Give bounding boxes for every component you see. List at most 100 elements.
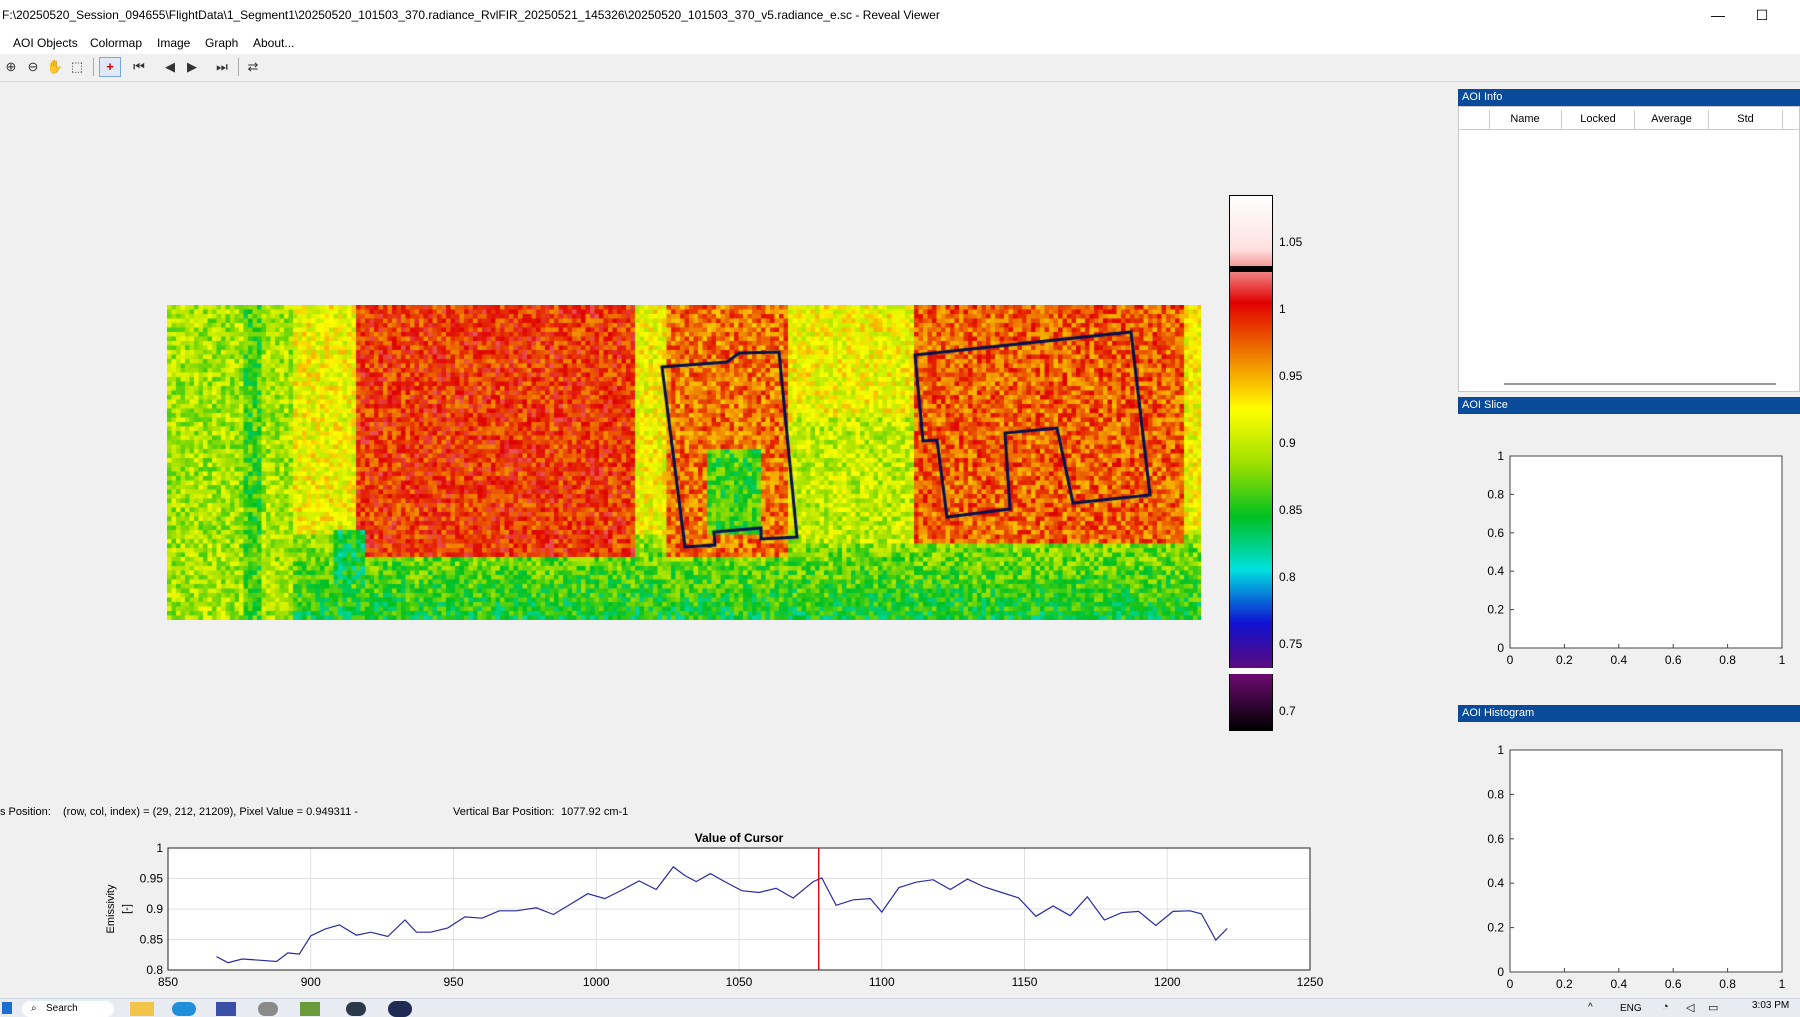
notepad-icon[interactable]	[300, 1002, 320, 1016]
y-tick-label: 0.8	[1487, 787, 1504, 801]
aoi-slice-chart[interactable]: 0 0.2 0.4 0.6 0.8 1 0 0.2 0.4 0.6 0.8 1	[1458, 414, 1800, 694]
minimize-button[interactable]: —	[1707, 4, 1729, 26]
pan-hand-icon[interactable]: ✋	[45, 57, 65, 77]
y-tick-label: 0.4	[1487, 564, 1504, 578]
y-tick-label: 0.8	[1487, 487, 1504, 501]
app-icon[interactable]	[346, 1002, 366, 1016]
aoi-col-locked[interactable]: Locked	[1562, 110, 1635, 129]
app-icon[interactable]	[258, 1002, 278, 1016]
aoi-histogram-header: AOI Histogram	[1458, 705, 1800, 722]
aoi-info-table: Name Locked Average Std	[1458, 106, 1800, 392]
menu-aoi-objects[interactable]: AOI Objects	[13, 36, 78, 50]
taskbar-search-label: Search	[46, 1003, 78, 1014]
edge-browser-icon[interactable]	[172, 1002, 196, 1016]
y-tick-label: 0.9	[146, 902, 163, 916]
horizontal-scrollbar[interactable]	[1504, 383, 1776, 385]
title-bar: F:\20250520_Session_094655\FlightData\1_…	[0, 0, 1800, 30]
menu-about[interactable]: About...	[253, 36, 294, 50]
emissivity-image[interactable]	[167, 305, 1201, 620]
swap-icon[interactable]: ⇄	[243, 57, 263, 77]
y-axis-label: Emissivity	[105, 884, 117, 933]
volume-icon[interactable]: ◁	[1686, 1001, 1694, 1014]
taskbar-search[interactable]: ⌕ Search	[22, 1001, 114, 1017]
y-tick-label: 1	[156, 841, 163, 855]
zoom-out-icon[interactable]: ⊖	[23, 57, 43, 77]
x-tick-label: 1200	[1154, 975, 1181, 989]
x-tick-label: 0.8	[1719, 653, 1736, 667]
aoi-col-name[interactable]: Name	[1489, 110, 1562, 129]
y-tick-label: 0	[1497, 641, 1504, 655]
x-tick-label: 1	[1779, 977, 1786, 991]
reveal-viewer-taskbar-icon[interactable]	[388, 1001, 412, 1017]
x-tick-label: 0.2	[1556, 653, 1573, 667]
aoi-col-average[interactable]: Average	[1635, 110, 1709, 129]
x-tick-label: 850	[158, 975, 178, 989]
battery-icon[interactable]: ▭	[1708, 1001, 1718, 1014]
next-frame-icon[interactable]: ▶	[182, 57, 202, 77]
y-tick-label: 0.8	[146, 963, 163, 977]
y-tick-label: 1	[1497, 449, 1504, 463]
x-tick-label: 0.8	[1719, 977, 1736, 991]
colorbar-tick-label: 0.95	[1279, 368, 1303, 383]
y-tick-label: 0	[1497, 965, 1504, 979]
x-tick-label: 950	[443, 975, 463, 989]
colorbar-tick-label: 0.9	[1279, 435, 1296, 450]
y-tick-label: 0.95	[140, 872, 164, 886]
menu-image[interactable]: Image	[157, 36, 190, 50]
cursor-position-label: s Position:	[0, 806, 51, 818]
colorbar-limit-marker[interactable]	[1229, 667, 1273, 674]
cursor-position-value: (row, col, index) = (29, 212, 21209), Pi…	[63, 806, 358, 818]
wifi-icon[interactable]: ◔	[1662, 1001, 1669, 1013]
crosshair-icon[interactable]: +	[99, 57, 121, 77]
app-icon[interactable]	[216, 1002, 236, 1016]
prev-frame-icon[interactable]: ◀	[160, 57, 180, 77]
x-tick-label: 1150	[1012, 975, 1038, 989]
y-tick-label: 0.85	[140, 933, 164, 947]
plot-area	[1509, 749, 1783, 973]
x-tick-label: 0.4	[1610, 977, 1627, 991]
y-tick-label: 0.2	[1487, 921, 1504, 935]
colorbar	[1229, 195, 1273, 731]
x-tick-label: 0.2	[1556, 977, 1573, 991]
aoi-col-std[interactable]: Std	[1709, 110, 1783, 129]
colorbar-tick-label: 0.75	[1279, 636, 1303, 651]
menu-colormap[interactable]: Colormap	[90, 36, 142, 50]
x-tick-label: 0.6	[1665, 977, 1682, 991]
colorbar-tick-label: 0.8	[1279, 569, 1296, 584]
aoi-histogram-chart[interactable]: 0 0.2 0.4 0.6 0.8 1 0 0.2 0.4 0.6 0.8 1	[1458, 722, 1800, 1000]
clock[interactable]: 3:03 PM	[1752, 1000, 1789, 1011]
chart-title: Value of Cursor	[695, 831, 784, 845]
language-indicator[interactable]: ENG	[1620, 1003, 1642, 1014]
colorbar-limit-marker[interactable]	[1229, 265, 1273, 272]
vertical-bar-label: Vertical Bar Position:	[453, 806, 555, 818]
y-tick-label: 0.2	[1487, 603, 1504, 617]
x-tick-label: 900	[301, 975, 321, 989]
vertical-bar-value: 1077.92 cm-1	[561, 806, 629, 818]
x-tick-label: 1250	[1297, 975, 1324, 989]
menu-graph[interactable]: Graph	[205, 36, 238, 50]
x-tick-label: 1050	[726, 975, 753, 989]
colorbar-tick-label: 1.05	[1279, 234, 1303, 249]
menu-bar: AOI Objects Colormap Image Graph About..…	[0, 30, 1800, 54]
value-of-cursor-chart[interactable]: 850 900 950 1000 1050 1100 1150 1200 1250 0.8 0.85…	[0, 822, 1400, 992]
last-frame-icon[interactable]: ⏭	[212, 57, 232, 77]
search-icon: ⌕	[31, 1003, 37, 1014]
x-tick-label: 1100	[869, 975, 895, 989]
maximize-button[interactable]: ☐	[1751, 4, 1773, 26]
aoi-slice-header: AOI Slice	[1458, 397, 1800, 414]
first-frame-icon[interactable]: ⏮	[129, 57, 149, 77]
y-axis-unit: [-]	[121, 904, 133, 914]
chevron-up-icon[interactable]: ^	[1588, 1002, 1593, 1013]
aoi-info-header: AOI Info	[1458, 89, 1800, 106]
x-tick-label: 0.4	[1610, 653, 1627, 667]
x-tick-label: 0	[1507, 653, 1514, 667]
zoom-in-icon[interactable]: ⊕	[1, 57, 21, 77]
x-tick-label: 0.6	[1665, 653, 1682, 667]
start-icon[interactable]	[2, 1002, 12, 1014]
y-tick-label: 0.4	[1487, 876, 1504, 890]
toolbar-separator	[93, 58, 94, 76]
select-region-icon[interactable]: ⬚	[67, 57, 87, 77]
y-tick-label: 0.6	[1487, 526, 1504, 540]
file-explorer-icon[interactable]	[130, 1002, 154, 1016]
x-tick-label: 1	[1779, 653, 1786, 667]
